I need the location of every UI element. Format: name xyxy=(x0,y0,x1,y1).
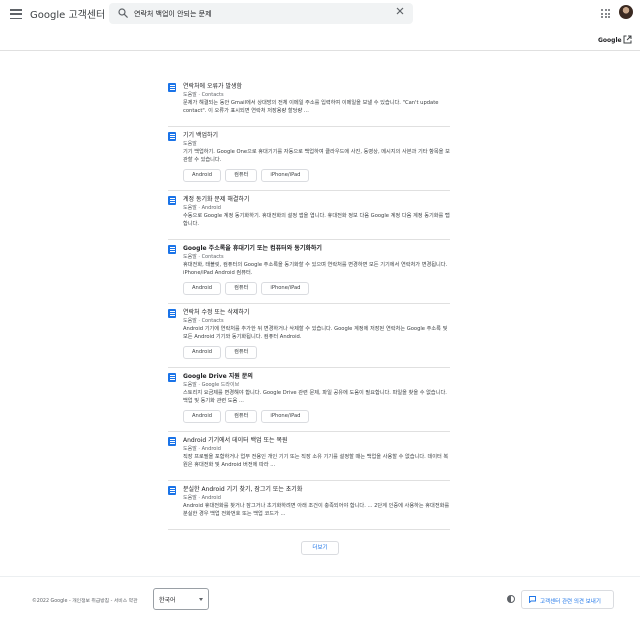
show-more-button[interactable]: 더보기 xyxy=(301,541,339,555)
result-snippet: 휴대전화, 태블릿, 컴퓨터의 Google 주소록을 동기화할 수 있으며 연… xyxy=(183,262,448,276)
feedback-icon xyxy=(529,596,536,603)
open-in-new-icon[interactable] xyxy=(623,35,632,44)
result-item: 기기 백업하기 도움말기기 백업하기. Google One으로 휴대기기를 자동… xyxy=(168,128,450,191)
platform-chip[interactable]: 컴퓨터 xyxy=(225,346,258,359)
result-source: 도움말 · Android xyxy=(183,205,221,211)
privacy-policy-link[interactable]: 개인정보 취급방침 xyxy=(72,599,109,604)
search-icon xyxy=(118,8,128,18)
search-input[interactable] xyxy=(134,3,394,24)
result-snippet: Android 휴대전화를 찾거나 잠그거나 초기화하려면 아래 조건이 충족되… xyxy=(183,503,450,517)
article-icon xyxy=(168,486,176,495)
copyright-text: ©2022 Google xyxy=(32,599,68,604)
result-snippet: 문제가 해결되는 동안 Gmail에서 상대방의 전체 이메일 주소를 입력하여… xyxy=(183,100,439,114)
result-title-link[interactable]: 기기 백업하기 xyxy=(183,131,450,140)
article-icon xyxy=(168,196,176,205)
language-selected-value: 한국어 xyxy=(159,597,176,604)
result-title-link[interactable]: Android 기기에서 데이터 백업 또는 복원 xyxy=(183,436,450,445)
send-feedback-label: 고객센터 관련 의견 보내기 xyxy=(540,599,601,605)
result-item: Google Drive 지원 문의 도움말 · Google 드라이브스토리지 … xyxy=(168,369,450,432)
result-item: 연락처에 오류가 발생함 도움말 · Contacts 문제가 해결되는 동안 Gm… xyxy=(168,79,450,127)
result-source: 도움말 xyxy=(183,141,197,147)
platform-chip[interactable]: 컴퓨터 xyxy=(225,169,258,182)
platform-chip[interactable]: iPhone/iPad xyxy=(261,410,310,423)
result-snippet: 직장 프로필을 포함하거나 업무 전용인 개인 기기 또는 직장 소유 기기를 … xyxy=(183,454,449,468)
platform-chips: Android 컴퓨터 xyxy=(183,346,450,359)
article-icon xyxy=(168,437,176,446)
article-icon xyxy=(168,132,176,141)
platform-chip[interactable]: 컴퓨터 xyxy=(225,282,258,295)
google-home-link[interactable]: Google xyxy=(598,37,622,44)
help-center-brand[interactable]: Google 고객센터 xyxy=(30,6,105,21)
send-feedback-button[interactable]: 고객센터 관련 의견 보내기 xyxy=(521,590,614,609)
platform-chips: Android 컴퓨터 iPhone/iPad xyxy=(183,282,450,295)
article-icon xyxy=(168,373,176,382)
platform-chips: Android 컴퓨터 iPhone/iPad xyxy=(183,169,450,182)
platform-chip[interactable]: 컴퓨터 xyxy=(225,410,258,423)
result-title-link[interactable]: Google 주소록을 휴대기기 또는 컴퓨터와 동기화하기 xyxy=(183,244,450,253)
result-title-link[interactable]: Google Drive 지원 문의 xyxy=(183,372,450,381)
result-item: 분실한 Android 기기 찾기, 잠그기 또는 초기화 도움말 · Andro… xyxy=(168,482,450,530)
dropdown-arrow-icon xyxy=(199,598,203,601)
platform-chip[interactable]: Android xyxy=(183,410,222,423)
footer-divider xyxy=(0,576,640,577)
result-title-link[interactable]: 분실한 Android 기기 찾기, 잠그기 또는 초기화 xyxy=(183,485,450,494)
result-snippet: Android 기기에 연락처를 추가한 뒤 변경하거나 삭제할 수 있습니다.… xyxy=(183,326,448,340)
result-title-link[interactable]: 연락처에 오류가 발생함 xyxy=(183,82,450,91)
google-apps-icon[interactable] xyxy=(601,9,610,18)
platform-chip[interactable]: iPhone/iPad xyxy=(261,282,310,295)
top-app-bar: Google 고객센터 xyxy=(0,0,640,28)
result-source: 도움말 · Contacts xyxy=(183,254,224,260)
result-source: 도움말 · Contacts xyxy=(183,318,224,324)
footer-links: ©2022 Google - 개인정보 취급방침 - 서비스 약관 xyxy=(32,599,138,604)
result-source: 도움말 · Contacts xyxy=(183,92,224,98)
main-menu-icon[interactable] xyxy=(9,7,23,21)
article-icon xyxy=(168,83,176,92)
platform-chips: Android 컴퓨터 iPhone/iPad xyxy=(183,410,450,423)
clear-search-icon[interactable] xyxy=(396,7,404,15)
platform-chip[interactable]: iPhone/iPad xyxy=(261,169,310,182)
result-item: 계정 동기화 문제 해결하기 도움말 · Android 수동으로 Google 계… xyxy=(168,192,450,240)
article-icon xyxy=(168,309,176,318)
result-item: Google 주소록을 휴대기기 또는 컴퓨터와 동기화하기 도움말 · Cont… xyxy=(168,241,450,304)
result-source: 도움말 · Android xyxy=(183,495,221,501)
article-icon xyxy=(168,245,176,254)
platform-chip[interactable]: Android xyxy=(183,282,222,295)
header-divider xyxy=(0,50,640,51)
language-select[interactable]: 한국어 xyxy=(153,588,209,610)
account-avatar[interactable] xyxy=(619,5,633,19)
result-title-link[interactable]: 연락처 수정 또는 삭제하기 xyxy=(183,308,450,317)
result-item: Android 기기에서 데이터 백업 또는 복원 도움말 · Android 직장… xyxy=(168,433,450,481)
dark-theme-toggle-icon[interactable] xyxy=(507,595,515,603)
result-snippet: 기기 백업하기. Google One으로 휴대기기를 자동으로 백업하여 클라… xyxy=(183,149,450,163)
search-box[interactable] xyxy=(109,3,413,24)
result-source: 도움말 · Android xyxy=(183,446,221,452)
result-snippet: 스토리지 요금제를 변경해야 합니다. Google Drive 관련 문제, … xyxy=(183,390,447,404)
platform-chip[interactable]: Android xyxy=(183,169,222,182)
result-item: 연락처 수정 또는 삭제하기 도움말 · Contacts Android 기기에 … xyxy=(168,305,450,368)
platform-chip[interactable]: Android xyxy=(183,346,222,359)
result-title-link[interactable]: 계정 동기화 문제 해결하기 xyxy=(183,195,450,204)
result-source: 도움말 · Google 드라이브 xyxy=(183,382,240,388)
result-snippet: 수동으로 Google 계정 동기화하기. 휴대전화의 설정 앱을 엽니다. 휴… xyxy=(183,213,450,227)
terms-of-service-link[interactable]: 서비스 약관 xyxy=(114,599,138,604)
